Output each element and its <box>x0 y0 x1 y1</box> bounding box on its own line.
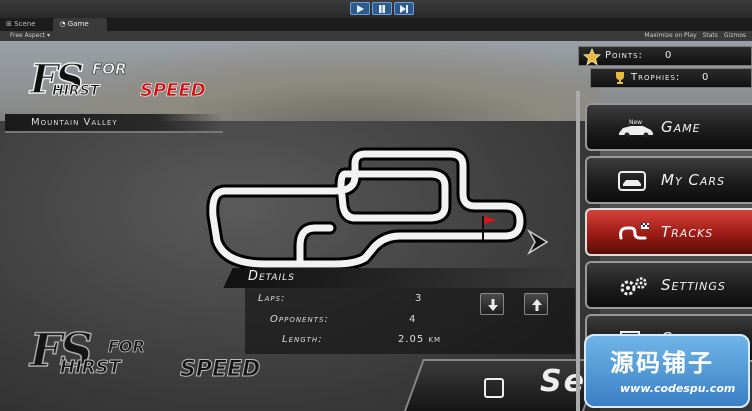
track-map <box>206 147 527 271</box>
decrease-button[interactable] <box>480 293 504 315</box>
arrow-up-icon <box>532 299 542 311</box>
menu-tracks-button[interactable]: Tracks <box>585 208 752 256</box>
trophy-icon <box>616 72 624 84</box>
opponents-value: 4 <box>409 314 417 325</box>
next-track-arrow-icon[interactable] <box>527 229 549 255</box>
play-icon <box>357 5 364 13</box>
play-controls <box>350 2 414 15</box>
gizmos-dropdown[interactable]: Gizmos <box>724 32 746 39</box>
editor-tabs: ⊞ Scene ◔ Game <box>0 18 107 31</box>
watermark: 源码铺子 www.codespu.com <box>584 334 750 408</box>
aspect-dropdown[interactable]: Free Aspect ▾ <box>10 32 50 39</box>
play-button[interactable] <box>350 2 370 15</box>
laps-label: Laps: <box>258 293 286 304</box>
menu-settings-label: Settings <box>661 276 726 294</box>
points-value: 0 <box>665 50 673 61</box>
pause-button[interactable] <box>372 2 392 15</box>
opponents-label: Opponents: <box>270 314 329 325</box>
track-name: Mountain Valley <box>31 117 118 128</box>
increase-button[interactable] <box>524 293 548 315</box>
new-badge: New <box>629 119 642 126</box>
garage-car-icon <box>618 171 646 191</box>
menu-tracks-label: Tracks <box>661 223 714 241</box>
gears-icon <box>620 277 647 296</box>
length-value: 2.05 km <box>398 334 442 345</box>
menu-my-cars-button[interactable]: My Cars <box>585 156 752 204</box>
maximize-on-play-toggle[interactable]: Maximize on Play <box>644 32 696 39</box>
grid-icon: ⊞ <box>6 20 15 28</box>
game-logo: FS FOR HIRST SPEED <box>29 55 206 104</box>
pacman-icon: ◔ <box>59 20 68 28</box>
step-icon <box>400 5 408 13</box>
watermark-text: 源码铺子 <box>610 349 714 377</box>
editor-toolbar <box>0 0 752 18</box>
stats-toggle[interactable]: Stats <box>703 32 718 39</box>
laps-value: 3 <box>415 293 423 304</box>
game-view-subbar: Free Aspect ▾ Maximize on Play Stats Giz… <box>0 31 752 41</box>
menu-divider <box>576 91 580 411</box>
arrow-down-icon <box>488 299 498 311</box>
tab-game[interactable]: ◔ Game <box>53 18 107 31</box>
track-name-bar: Mountain Valley <box>5 114 223 133</box>
length-label: Length: <box>282 334 323 345</box>
trophies-bar: Trophies: 0 <box>590 68 752 88</box>
menu-game-label: Game <box>661 118 701 136</box>
game-logo-bottom: FS FOR HIRST SPEED <box>29 322 261 382</box>
star-icon <box>583 48 601 66</box>
details-title: Details <box>248 269 295 284</box>
menu-settings-button[interactable]: Settings <box>585 261 752 309</box>
points-bar: Points: 0 <box>578 46 752 66</box>
select-checkbox[interactable] <box>484 378 504 398</box>
step-button[interactable] <box>394 2 414 15</box>
menu-my-cars-label: My Cars <box>661 171 726 189</box>
car-icon: New <box>619 119 653 138</box>
menu-game-button[interactable]: New Game <box>585 103 752 151</box>
tab-scene[interactable]: ⊞ Scene <box>0 18 53 31</box>
watermark-url: www.codespu.com <box>620 382 736 395</box>
trophies-label: Trophies: <box>631 72 681 83</box>
points-label: Points: <box>605 50 643 61</box>
pause-icon <box>379 5 385 13</box>
trophies-value: 0 <box>702 72 710 83</box>
track-flag-icon <box>619 223 649 240</box>
